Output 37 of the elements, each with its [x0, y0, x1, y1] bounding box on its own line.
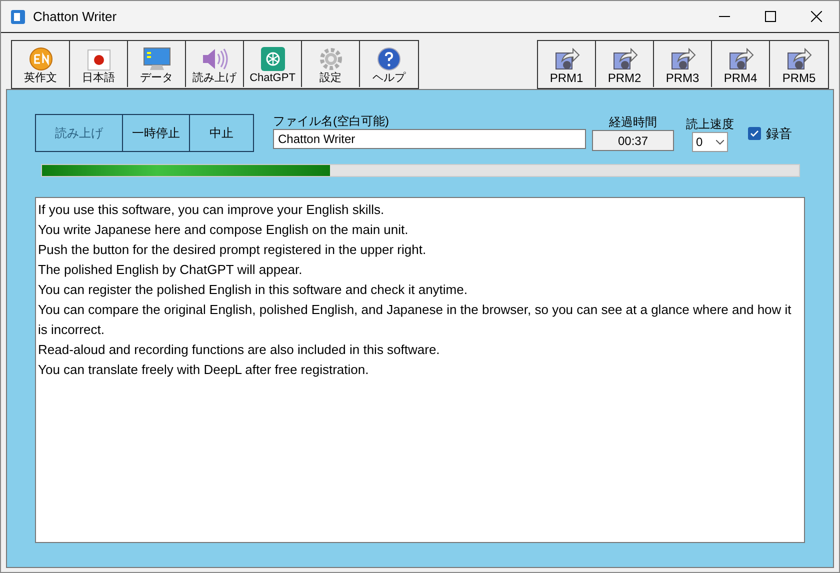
minimize-icon [718, 16, 730, 18]
share-arrow-icon [552, 47, 580, 71]
window-title: Chatton Writer [33, 8, 117, 26]
field-label: ファイル名(空白可能) [273, 113, 390, 129]
help-icon [377, 47, 401, 71]
chatgpt-logo-icon [260, 47, 284, 71]
share-arrow-icon [610, 47, 638, 71]
playback-button[interactable]: 中止 [190, 115, 253, 151]
en-badge-icon [28, 47, 54, 71]
editor-line: Read-aloud and recording functions are also included in this software. [38, 341, 441, 359]
field-label: 読上速度 [686, 116, 734, 132]
share-arrow-icon [668, 47, 696, 71]
close-icon [810, 11, 822, 22]
playback-button[interactable]: 一時停止 [123, 115, 190, 151]
speed-dropdown[interactable]: 0 [692, 132, 728, 152]
editor-line: The polished English by ChatGPT will appear. [38, 261, 304, 279]
gear-icon [318, 47, 342, 71]
file-name-field[interactable]: Chatton Writer [273, 129, 586, 149]
elapsed-time-display: 00:37 [592, 130, 674, 151]
text-editor[interactable] [35, 197, 805, 543]
record-checkbox[interactable] [748, 126, 761, 140]
editor-line: You write Japanese here and compose English on the main unit. [38, 221, 410, 239]
monitor-icon [142, 47, 172, 71]
share-arrow-icon [726, 47, 754, 71]
checkbox-label: 録音 [766, 124, 792, 142]
editor-line: Push the button for the desired prompt registered in the upper right. [38, 241, 428, 259]
maximize-icon [764, 11, 776, 22]
editor-line: You can compare the original English, polished English, and Japanese in the browser, so you can see at a glance where and how it is incorrect. [38, 301, 792, 339]
app-icon [11, 10, 25, 24]
editor-line: You can register the polished English in this software and check it anytime. [38, 281, 468, 299]
editor-line: If you use this software, you can improve your English skills. [38, 201, 386, 219]
chevron-down-icon [716, 140, 724, 144]
check-icon [750, 130, 759, 137]
share-arrow-icon [785, 47, 813, 71]
editor-line: You can translate freely with DeepL after free registration. [38, 361, 370, 379]
field-label: 経過時間 [609, 114, 657, 130]
flag-icon [86, 49, 110, 71]
